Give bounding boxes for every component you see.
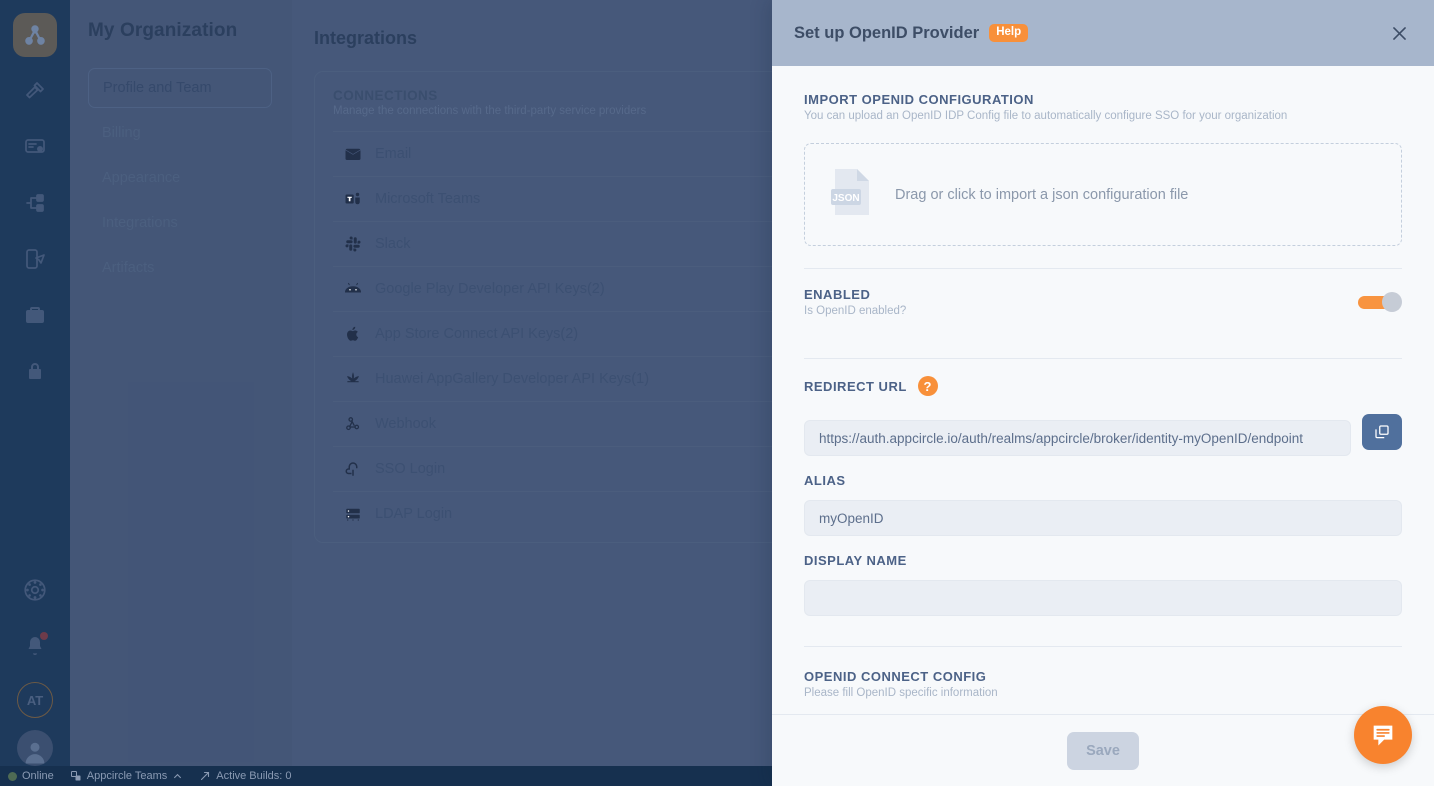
email-icon (343, 144, 363, 164)
sidebar-item-label: Billing (102, 125, 141, 141)
openid-provider-dialog: Set up OpenID Provider Help IMPORT OPENI… (772, 0, 1434, 786)
connection-label: Google Play Developer API Keys(2) (375, 281, 605, 297)
alias-input[interactable]: myOpenID (804, 500, 1402, 536)
display-name-label: DISPLAY NAME (804, 553, 907, 568)
icon-rail: AT (0, 0, 70, 786)
ldap-server-icon (343, 504, 363, 524)
appcircle-logo-icon[interactable] (13, 13, 57, 57)
connection-label: App Store Connect API Keys(2) (375, 326, 579, 342)
json-dropzone[interactable]: JSON Drag or click to import a json conf… (804, 143, 1402, 246)
status-online: Online (8, 770, 54, 782)
sidebar-item-appearance[interactable]: Appearance (88, 158, 272, 198)
close-icon[interactable] (1386, 20, 1412, 46)
status-bar: Online Appcircle Teams Active Builds: 0 (0, 766, 772, 786)
redirect-url-label-row: REDIRECT URL ? (804, 376, 1402, 396)
toggle-knob (1382, 292, 1402, 312)
online-dot-icon (8, 771, 17, 781)
redirect-url-field: REDIRECT URL ? https://auth.appcircle.io… (804, 359, 1402, 456)
redirect-url-input[interactable]: https://auth.appcircle.io/auth/realms/ap… (804, 420, 1351, 456)
json-file-icon: JSON (831, 167, 873, 222)
sidebar-item-billing[interactable]: Billing (88, 113, 272, 153)
enabled-heading: ENABLED (804, 287, 871, 302)
notification-badge (40, 632, 48, 640)
alias-label: ALIAS (804, 473, 846, 488)
slack-icon (343, 234, 363, 254)
redirect-url-label: REDIRECT URL (804, 378, 907, 394)
display-name-field: DISPLAY NAME (804, 536, 1402, 616)
alias-field: ALIAS myOpenID (804, 456, 1402, 536)
user-avatar-icon[interactable] (17, 730, 53, 766)
dropzone-label: Drag or click to import a json configura… (895, 186, 1189, 203)
org-initials-avatar[interactable]: AT (17, 682, 53, 718)
android-icon (343, 279, 363, 299)
certificate-signing-icon[interactable] (13, 125, 57, 169)
settings-gear-icon[interactable] (13, 568, 57, 612)
display-name-input[interactable] (804, 580, 1402, 616)
chevron-up-icon[interactable] (172, 771, 183, 782)
enabled-subheading: Is OpenID enabled? (804, 305, 907, 317)
redirect-url-row: https://auth.appcircle.io/auth/realms/ap… (804, 408, 1402, 456)
status-organization[interactable]: Appcircle Teams (70, 770, 184, 782)
connect-config-subheading: Please fill OpenID specific information (804, 687, 998, 699)
enabled-toggle[interactable] (1358, 292, 1402, 312)
dialog-body: IMPORT OPENID CONFIGURATION You can uplo… (772, 66, 1434, 714)
build-arrow-icon (201, 771, 210, 781)
status-org-label: Appcircle Teams (86, 770, 168, 782)
webhook-icon (343, 414, 363, 434)
connection-label: Huawei AppGallery Developer API Keys(1) (375, 371, 650, 387)
sidebar-item-label: Integrations (102, 215, 178, 231)
briefcase-enterprise-icon[interactable] (13, 293, 57, 337)
connection-label: Webhook (375, 416, 436, 432)
help-question-icon[interactable]: ? (917, 376, 938, 396)
dialog-title: Set up OpenID Provider (794, 23, 980, 42)
svg-text:JSON: JSON (832, 193, 859, 204)
apple-icon (343, 324, 363, 344)
import-subheading: You can upload an OpenID IDP Config file… (804, 110, 1288, 122)
status-active-builds: Active Builds: 0 (199, 770, 292, 782)
save-button[interactable]: Save (1067, 731, 1139, 770)
notification-bell-icon[interactable] (13, 624, 57, 668)
import-config-section: IMPORT OPENID CONFIGURATION You can uplo… (804, 92, 1402, 246)
sidebar-item-profile-and-team[interactable]: Profile and Team (88, 68, 272, 108)
app-root: AT My Organization Profile and Team Bill… (0, 0, 1434, 786)
sidebar-item-artifacts[interactable]: Artifacts (88, 248, 272, 288)
org-initials-label: AT (26, 692, 44, 708)
connection-label: Microsoft Teams (375, 191, 481, 207)
lock-user-icon[interactable] (13, 349, 57, 393)
huawei-icon (343, 369, 363, 389)
hammer-build-icon[interactable] (13, 69, 57, 113)
dialog-footer: Save (772, 714, 1434, 786)
testing-device-icon[interactable] (13, 237, 57, 281)
connection-label: Email (375, 146, 412, 162)
sso-login-icon (343, 459, 363, 479)
help-badge[interactable]: Help (989, 23, 1029, 43)
sidebar-item-label: Profile and Team (103, 80, 212, 96)
sidebar-item-integrations[interactable]: Integrations (88, 203, 272, 243)
connection-label: Slack (375, 236, 411, 252)
microsoft-teams-icon (343, 189, 363, 209)
sidebar-item-label: Appearance (102, 170, 181, 186)
enabled-section: ENABLED Is OpenID enabled? (804, 269, 1402, 336)
distribution-flow-icon[interactable] (13, 181, 57, 225)
import-heading: IMPORT OPENID CONFIGURATION (804, 92, 1034, 107)
organization-title: My Organization (88, 20, 238, 41)
chat-support-icon[interactable] (1354, 706, 1412, 764)
copy-icon[interactable] (1362, 414, 1402, 450)
organization-sidebar: My Organization Profile and Team Billing… (70, 0, 292, 786)
status-builds-label: Active Builds: 0 (216, 770, 292, 782)
connect-config-heading: OPENID CONNECT CONFIG (804, 669, 987, 684)
status-online-label: Online (22, 770, 54, 782)
connection-label: SSO Login (375, 461, 446, 477)
dialog-header: Set up OpenID Provider Help (772, 0, 1434, 66)
sidebar-item-label: Artifacts (102, 260, 155, 276)
openid-connect-config-section: OPENID CONNECT CONFIG Please fill OpenID… (804, 647, 1402, 699)
organization-icon (70, 771, 81, 781)
connection-label: LDAP Login (375, 506, 453, 522)
